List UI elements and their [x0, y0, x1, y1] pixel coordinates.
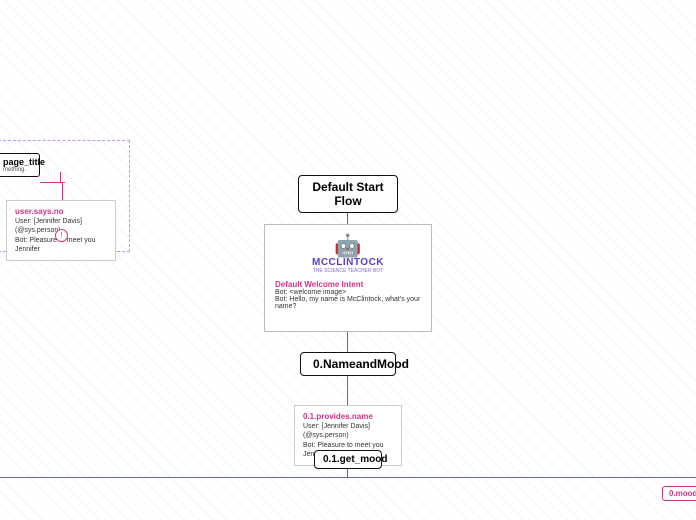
- mood-flow-node-partial[interactable]: 0.mood_fl: [662, 486, 696, 501]
- welcome-brand: MCCLINTOCK: [312, 257, 384, 268]
- welcome-bot1: Bot: <welcome image>: [275, 289, 421, 296]
- page-title-label: page_title: [3, 157, 33, 167]
- mood-flow-label: 0.mood_fl: [669, 489, 696, 498]
- page-title-node[interactable]: page_title mething.: [0, 153, 40, 177]
- connector: [62, 182, 63, 202]
- welcome-bot2: Bot: Hello, my name is McClintock, what'…: [275, 296, 421, 310]
- flow-canvas[interactable]: { "selection": {"left":0,"top":140,"widt…: [0, 0, 696, 520]
- warning-badge[interactable]: !: [55, 229, 68, 242]
- start-flow-node[interactable]: Default Start Flow: [298, 175, 398, 213]
- page-title-sub: mething.: [3, 167, 33, 173]
- get-mood-label: 0.1.get_mood: [323, 454, 387, 465]
- warning-glyph: !: [60, 231, 62, 240]
- connector: [347, 372, 348, 405]
- robot-icon: 🤖: [334, 233, 361, 259]
- welcome-intent-card[interactable]: 🤖 MCCLINTOCK THE SCIENCE TEACHER BOT Def…: [264, 224, 432, 332]
- get-mood-node[interactable]: 0.1.get_mood: [314, 450, 382, 469]
- intent-title: user.says.no: [15, 207, 107, 217]
- name-and-mood-label: 0.NameandMood: [313, 357, 409, 371]
- welcome-title: Default Welcome Intent: [275, 280, 421, 289]
- connector: [60, 172, 61, 182]
- view-edge-line: [0, 477, 696, 478]
- name-and-mood-node[interactable]: 0.NameandMood: [300, 352, 396, 376]
- intent-user-line: User: [Jennifer Davis](@sys.person): [303, 422, 393, 440]
- connector: [347, 332, 348, 352]
- welcome-image: 🤖 MCCLINTOCK THE SCIENCE TEACHER BOT: [275, 233, 421, 274]
- intent-title: 0.1.provides.name: [303, 412, 393, 422]
- welcome-brand-sub: THE SCIENCE TEACHER BOT: [313, 268, 383, 274]
- start-flow-label: Default Start Flow: [312, 180, 383, 208]
